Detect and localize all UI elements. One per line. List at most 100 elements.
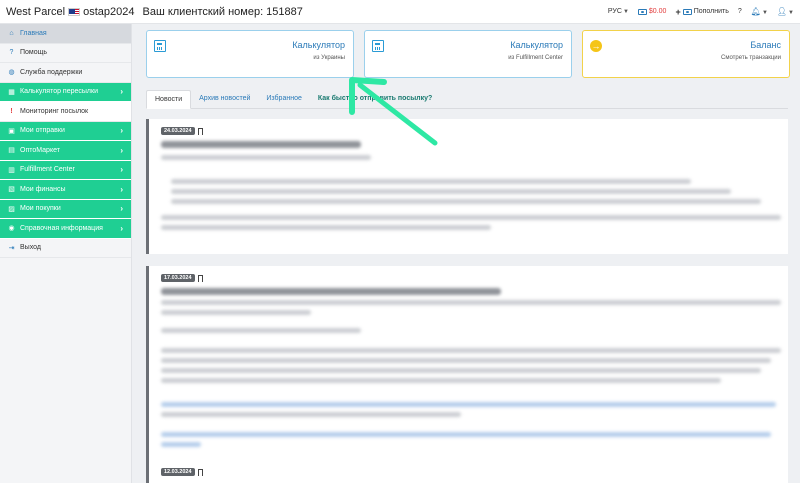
blurred-text [161,412,461,417]
chevron-right-icon: › [120,204,123,214]
blurred-text [161,328,361,333]
chevron-right-icon: › [120,145,123,155]
warehouse-icon: ▥ [8,166,15,174]
sidebar-item-shipping-calculator[interactable]: ▦ Калькулятор пересылки › [0,82,131,102]
blurred-text [171,179,691,184]
news-date-bar: 12.03.2024 [161,468,203,478]
balance-amount: $0.00 [648,8,667,15]
username: ostap2024 [83,5,135,18]
chevron-right-icon: › [120,223,123,233]
plus-icon: + [675,6,681,17]
news-tabs: Новости Архив новостей Избранное Как быс… [146,90,788,109]
calculator-icon [372,40,384,52]
blurred-text [161,402,776,407]
sidebar-item-optomarket[interactable]: ▤ ОптоМаркет › [0,141,131,161]
sidebar-item-label: Служба поддержки [20,68,83,76]
top-bar: West Parcel ostap2024 Ваш клиентский ном… [0,0,800,24]
bell-icon: 🔔︎ [750,7,761,16]
bookmark-icon[interactable] [197,127,203,137]
home-icon: ⌂ [9,29,14,37]
blurred-text [161,310,311,315]
blurred-text [161,215,781,220]
question-icon: ? [9,49,14,57]
chevron-right-icon: › [120,184,123,194]
notifications-button[interactable]: 🔔︎▼ [751,7,768,16]
user-icon: 👤︎ [776,7,788,16]
exclamation-icon: ! [10,107,13,115]
card-subtitle: из Украины [313,55,345,61]
bag-icon: ▨ [8,205,15,213]
news-date-bar: 17.03.2024 [161,274,203,284]
tab-how-to-send[interactable]: Как быстро отправить посылку? [310,89,440,108]
user-menu-button[interactable]: 👤︎▼ [777,7,794,16]
language-select[interactable]: РУС▼ [608,8,629,15]
cash-icon [637,8,647,15]
sidebar-item-my-shipments[interactable]: ▣ Мои отправки › [0,121,131,141]
chevron-right-icon: › [120,165,123,175]
sidebar-item-support[interactable]: ◍ Служба поддержки [0,63,131,83]
logout-icon: ⇥ [8,244,15,252]
card-subtitle: из Fulfillment Center [508,55,563,61]
card-calculator-fulfillment[interactable]: Калькулятор из Fulfillment Center [364,30,572,78]
tab-favorites[interactable]: Избранное [258,89,309,108]
blurred-text [171,189,731,194]
sidebar-item-label: Выход [20,244,41,252]
bookmark-icon[interactable] [197,274,203,284]
topup-label: Пополнить [693,8,729,15]
card-title: Калькулятор [292,40,345,50]
sidebar-item-reference-info[interactable]: ◉ Справочная информация › [0,219,131,239]
blurred-text [161,300,781,305]
blurred-headline [161,141,361,148]
globe-icon: ◍ [8,69,15,77]
cart-icon: ▤ [8,147,15,155]
blurred-text [161,378,721,383]
topup-button[interactable]: + Пополнить [675,7,728,17]
language-label: РУС [607,8,622,15]
wallet-icon: ▧ [8,186,15,194]
blurred-text [161,432,771,437]
sidebar-item-label: Справочная информация [20,224,103,232]
us-flag-icon [68,7,81,16]
card-balance[interactable]: → Баланс Смотреть транзакции [582,30,790,78]
news-item: 12.03.2024 [146,460,788,483]
blurred-text [161,348,781,353]
help-button[interactable]: ? [738,8,742,15]
bookmark-icon[interactable] [197,468,203,478]
tab-news-archive[interactable]: Архив новостей [191,89,258,108]
balance-display[interactable]: $0.00 [637,8,667,15]
client-number: Ваш клиентский номер: 151887 [142,5,303,18]
blurred-text [161,368,761,373]
box-icon: ▣ [8,127,15,135]
sidebar-item-my-purchases[interactable]: ▨ Мои покупки › [0,199,131,219]
chevron-down-icon: ▼ [622,9,629,15]
blurred-text [161,442,201,447]
card-title: Баланс [750,40,781,50]
tab-news[interactable]: Новости [146,90,192,109]
chevron-right-icon: › [120,126,123,136]
arrow-right-circle-icon: → [590,40,602,52]
sidebar-item-my-finances[interactable]: ▧ Мои финансы › [0,180,131,200]
news-date-bar: 24.03.2024 [161,127,203,137]
chevron-down-icon: ▼ [761,10,768,16]
blurred-text [171,199,761,204]
sidebar-item-logout[interactable]: ⇥ Выход [0,239,131,258]
sidebar-item-label: Мои отправки [20,127,65,135]
chevron-right-icon: › [120,87,123,97]
news-date: 24.03.2024 [161,127,195,135]
calculator-icon [154,40,166,52]
news-item: 17.03.2024 [146,266,788,474]
brand[interactable]: West Parcel ostap2024 [6,6,134,18]
sidebar-item-fulfillment-center[interactable]: ▥ Fulfillment Center › [0,160,131,180]
sidebar-item-help[interactable]: ? Помощь [0,44,131,63]
sidebar-item-home[interactable]: ⌂ Главная [0,24,131,44]
sidebar-item-parcel-monitoring[interactable]: ! Мониторинг посылок [0,102,131,122]
card-calculator-ukraine[interactable]: Калькулятор из Украины [146,30,354,78]
news-date: 17.03.2024 [161,274,195,282]
sidebar-item-label: ОптоМаркет [20,146,60,154]
quick-cards: Калькулятор из Украины Калькулятор из Fu… [146,30,790,78]
news-date: 12.03.2024 [161,468,195,476]
sidebar-item-label: Калькулятор пересылки [20,88,98,96]
chevron-down-icon: ▼ [788,10,794,16]
blurred-text [161,358,771,363]
sidebar: ⌂ Главная ? Помощь ◍ Служба поддержки ▦ … [0,24,132,483]
